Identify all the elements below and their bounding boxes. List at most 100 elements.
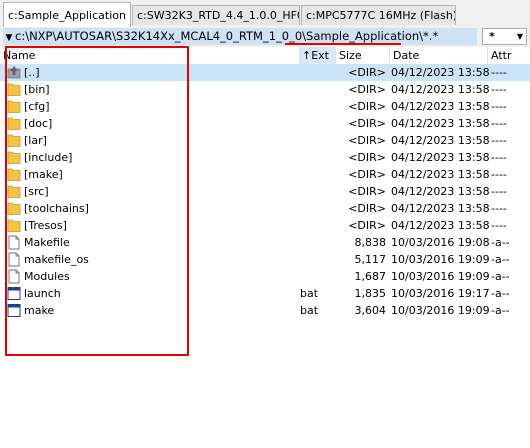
file-ext — [300, 234, 336, 251]
file-ext: bat — [300, 304, 319, 317]
filter-value: * — [489, 30, 495, 43]
file-row[interactable]: [bin] <DIR> 04/12/2023 13:58 ---- — [0, 81, 530, 98]
file-row[interactable]: [toolchains] <DIR> 04/12/2023 13:58 ---- — [0, 200, 530, 217]
column-header: Name ↑Ext Size Date Attr — [0, 47, 530, 65]
column-name-label: Name — [3, 49, 36, 62]
file-row[interactable]: [doc] <DIR> 04/12/2023 13:58 ---- — [0, 115, 530, 132]
file-name: [bin] — [24, 83, 50, 96]
tab-sample-application[interactable]: c:Sample_Application — [3, 2, 131, 27]
file-row[interactable]: [..] <DIR> 04/12/2023 13:58 ---- — [0, 64, 530, 81]
column-size-label: Size — [339, 49, 362, 62]
sort-arrow-icon: ↑ — [302, 49, 312, 62]
file-attr: ---- — [491, 202, 507, 215]
file-size: <DIR> — [348, 202, 386, 215]
file-ext: bat — [300, 287, 319, 300]
column-date-label: Date — [393, 49, 420, 62]
file-date: 10/03/2016 19:09 — [391, 253, 489, 266]
file-size: <DIR> — [348, 117, 386, 130]
file-ext — [300, 98, 336, 115]
file-attr: ---- — [491, 117, 507, 130]
tab-label: c:SW32K3_RTD_4.4_1.0.0_HF02 — [137, 9, 300, 22]
file-name: [src] — [24, 185, 49, 198]
file-name: [include] — [24, 151, 73, 164]
file-size: 1,687 — [354, 270, 387, 283]
column-header-attr[interactable]: Attr — [488, 47, 530, 64]
file-row[interactable]: Makefile 8,838 10/03/2016 19:08 -a-- — [0, 234, 530, 251]
file-size: <DIR> — [348, 168, 386, 181]
file-row[interactable]: launch bat 1,835 10/03/2016 19:17 -a-- — [0, 285, 530, 302]
file-name: Makefile — [24, 236, 70, 249]
file-row[interactable]: [make] <DIR> 04/12/2023 13:58 ---- — [0, 166, 530, 183]
file-row[interactable]: makefile_os 5,117 10/03/2016 19:09 -a-- — [0, 251, 530, 268]
file-row[interactable]: [Tresos] <DIR> 04/12/2023 13:58 ---- — [0, 217, 530, 234]
chevron-down-icon: ▼ — [516, 32, 523, 41]
file-attr: -a-- — [491, 304, 510, 317]
file-name: make — [24, 304, 55, 317]
tab-label: c:MPC5777C 16MHz (Flash) — [306, 9, 456, 22]
path-bar: ▼ c:\NXP\AUTOSAR\S32K14Xx_MCAL4_0_RTM_1_0… — [0, 27, 530, 48]
file-ext — [300, 81, 336, 98]
file-name: [toolchains] — [24, 202, 89, 215]
file-size: 8,838 — [354, 236, 387, 249]
file-size: <DIR> — [348, 134, 386, 147]
file-row[interactable]: [lar] <DIR> 04/12/2023 13:58 ---- — [0, 132, 530, 149]
file-ext — [300, 149, 336, 166]
tab-bar: c:Sample_Application c:SW32K3_RTD_4.4_1.… — [0, 0, 530, 27]
file-date: 04/12/2023 13:58 — [391, 168, 489, 181]
column-header-date[interactable]: Date — [390, 47, 488, 64]
file-ext — [300, 166, 336, 183]
file-row[interactable]: [src] <DIR> 04/12/2023 13:58 ---- — [0, 183, 530, 200]
file-attr: ---- — [491, 219, 507, 232]
file-ext — [300, 217, 336, 234]
file-attr: ---- — [491, 151, 507, 164]
file-row[interactable]: Modules 1,687 10/03/2016 19:09 -a-- — [0, 268, 530, 285]
tab-sw32k3-rtd[interactable]: c:SW32K3_RTD_4.4_1.0.0_HF02 — [132, 5, 300, 25]
file-name: makefile_os — [24, 253, 89, 266]
file-ext — [300, 64, 336, 81]
file-attr: -a-- — [491, 236, 510, 249]
file-name: [lar] — [24, 134, 47, 147]
column-ext-label: Ext — [311, 49, 329, 62]
column-header-size[interactable]: Size — [336, 47, 390, 64]
path-suffix: \*.* — [419, 29, 439, 43]
file-row[interactable]: [cfg] <DIR> 04/12/2023 13:58 ---- — [0, 98, 530, 115]
file-name: launch — [24, 287, 61, 300]
file-size: <DIR> — [348, 100, 386, 113]
file-date: 10/03/2016 19:17 — [391, 287, 489, 300]
file-ext — [300, 115, 336, 132]
file-size: 3,604 — [354, 304, 387, 317]
file-attr: ---- — [491, 168, 507, 181]
file-attr: ---- — [491, 66, 507, 79]
file-date: 10/03/2016 19:08 — [391, 236, 489, 249]
file-name: [doc] — [24, 117, 53, 130]
file-ext — [300, 183, 336, 200]
file-attr: ---- — [491, 83, 507, 96]
file-attr: ---- — [491, 134, 507, 147]
file-date: 04/12/2023 13:58 — [391, 66, 489, 79]
filter-dropdown[interactable]: * ▼ — [482, 28, 527, 45]
file-size: <DIR> — [348, 66, 386, 79]
file-size: <DIR> — [348, 83, 386, 96]
path-prefix: c:\NXP\AUTOSAR\S32K14Xx_MCAL4_0_RTM_1_0_… — [15, 29, 307, 43]
column-header-name[interactable]: Name — [0, 47, 300, 64]
file-date: 04/12/2023 13:58 — [391, 83, 489, 96]
current-path[interactable]: ▼ c:\NXP\AUTOSAR\S32K14Xx_MCAL4_0_RTM_1_0… — [3, 28, 477, 45]
file-ext — [300, 200, 336, 217]
file-date: 04/12/2023 13:58 — [391, 100, 489, 113]
column-header-ext[interactable]: ↑Ext — [300, 47, 336, 64]
file-attr: -a-- — [491, 253, 510, 266]
file-size: <DIR> — [348, 185, 386, 198]
file-date: 10/03/2016 19:09 — [391, 270, 489, 283]
file-attr: -a-- — [491, 287, 510, 300]
file-row[interactable]: make bat 3,604 10/03/2016 19:09 -a-- — [0, 302, 530, 319]
file-row[interactable]: [include] <DIR> 04/12/2023 13:58 ---- — [0, 149, 530, 166]
file-name: [..] — [24, 66, 40, 79]
file-ext — [300, 251, 336, 268]
file-date: 04/12/2023 13:58 — [391, 185, 489, 198]
path-history-dropdown-icon[interactable]: ▼ — [3, 30, 15, 47]
tab-mpc5777c[interactable]: c:MPC5777C 16MHz (Flash) — [301, 5, 456, 25]
file-date: 04/12/2023 13:58 — [391, 134, 489, 147]
file-date: 10/03/2016 19:09 — [391, 304, 489, 317]
file-date: 04/12/2023 13:58 — [391, 117, 489, 130]
file-size: <DIR> — [348, 151, 386, 164]
